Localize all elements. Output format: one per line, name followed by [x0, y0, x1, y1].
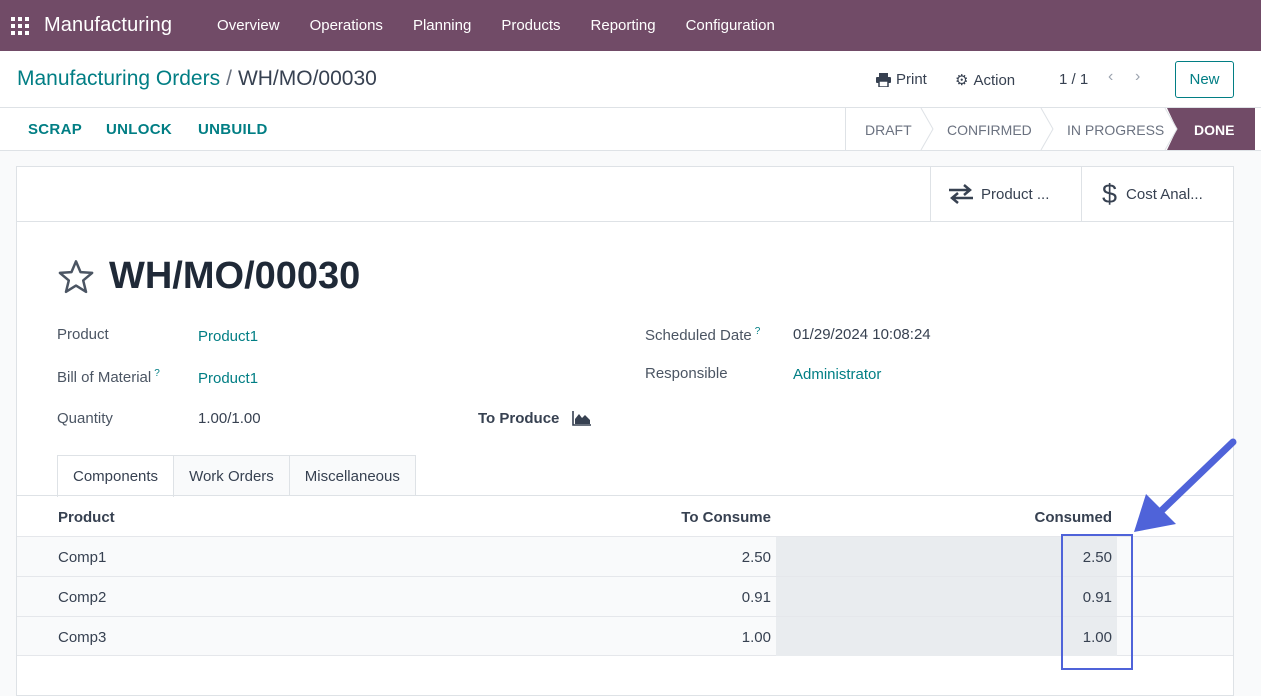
scheduled-date-label-wrap: Scheduled Date?	[645, 326, 760, 344]
menu-products[interactable]: Products	[486, 17, 575, 34]
area-chart-icon[interactable]	[572, 410, 592, 426]
record-title: WH/MO/00030	[109, 255, 361, 297]
menu-reporting[interactable]: Reporting	[576, 17, 671, 34]
smart-button-box: Product ... $ Cost Anal...	[17, 167, 1233, 222]
bom-help-icon[interactable]: ?	[154, 368, 160, 379]
breadcrumb-current: WH/MO/00030	[237, 67, 377, 90]
breadcrumb-parent[interactable]: Manufacturing Orders	[17, 67, 220, 90]
menu-planning[interactable]: Planning	[398, 17, 486, 34]
top-navbar: Manufacturing Overview Operations Planni…	[0, 0, 1261, 51]
product-label: Product	[57, 326, 109, 343]
dollar-icon: $	[1102, 178, 1118, 209]
scheduled-date-help-icon[interactable]: ?	[755, 326, 761, 337]
quantity-label: Quantity	[57, 410, 113, 427]
statusbar: SCRAP UNLOCK UNBUILD DRAFT CONFIRMED IN …	[0, 108, 1261, 151]
stage-in-progress[interactable]: IN PROGRESS	[1067, 122, 1164, 138]
breadcrumb: Manufacturing Orders / WH/MO/00030	[17, 67, 377, 91]
star-icon[interactable]	[57, 259, 95, 295]
cost-analysis-button[interactable]: $ Cost Anal...	[1081, 167, 1233, 221]
pager-next-icon[interactable]: ›	[1135, 68, 1140, 86]
row-to-consume: 2.50	[741, 549, 771, 566]
breadcrumb-separator: /	[226, 67, 232, 90]
annotation-arrow-icon	[1134, 438, 1237, 532]
pager-value[interactable]: 1 / 1	[1059, 71, 1088, 88]
form-sheet: Product ... $ Cost Anal... WH/MO/00030 P…	[16, 166, 1234, 696]
menu-configuration[interactable]: Configuration	[671, 17, 790, 34]
printer-icon	[876, 72, 891, 87]
apps-menu-icon[interactable]	[11, 16, 29, 35]
stage-confirmed[interactable]: CONFIRMED	[947, 122, 1032, 138]
responsible-value[interactable]: Administrator	[793, 366, 881, 383]
quantity-value: 1.00/1.00	[198, 410, 261, 427]
action-button[interactable]: ⚙ Action	[955, 71, 1016, 90]
row-product: Comp3	[58, 629, 107, 646]
product-moves-button[interactable]: Product ...	[930, 167, 1082, 221]
menu-overview[interactable]: Overview	[202, 17, 295, 34]
tab-divider	[17, 495, 1233, 496]
print-button[interactable]: Print	[876, 71, 927, 88]
scrap-button[interactable]: SCRAP	[28, 121, 82, 138]
highlight-box	[1061, 534, 1133, 670]
notebook-tabs: Components Work Orders Miscellaneous	[57, 455, 416, 497]
row-to-consume: 1.00	[741, 629, 771, 646]
product-value[interactable]: Product1	[198, 328, 258, 345]
table-row[interactable]: Comp3 1.00 1.00	[17, 616, 1233, 656]
unbuild-button[interactable]: UNBUILD	[198, 121, 268, 138]
bom-value[interactable]: Product1	[198, 370, 258, 387]
product-moves-label: Product ...	[981, 185, 1050, 203]
column-header-to-consume[interactable]: To Consume	[681, 509, 771, 526]
new-button[interactable]: New	[1175, 61, 1234, 98]
row-product: Comp1	[58, 549, 107, 566]
stage-draft[interactable]: DRAFT	[865, 122, 912, 138]
pager-previous-icon[interactable]: ‹	[1108, 68, 1113, 86]
column-header-product[interactable]: Product	[58, 509, 115, 526]
tab-miscellaneous[interactable]: Miscellaneous	[288, 455, 416, 496]
cost-analysis-label: Cost Anal...	[1126, 185, 1203, 203]
print-label: Print	[896, 71, 927, 88]
bom-label: Bill of Material	[57, 369, 152, 386]
scheduled-date-label: Scheduled Date	[645, 327, 752, 344]
table-row[interactable]: Comp1 2.50 2.50	[17, 536, 1233, 576]
responsible-label: Responsible	[645, 365, 728, 382]
to-produce-label: To Produce	[478, 410, 560, 427]
tab-components[interactable]: Components	[57, 455, 175, 497]
tab-work-orders[interactable]: Work Orders	[173, 455, 290, 496]
stage-done[interactable]: DONE	[1194, 122, 1234, 138]
menu-operations[interactable]: Operations	[295, 17, 398, 34]
control-panel: Manufacturing Orders / WH/MO/00030 Print ⚙…	[0, 51, 1261, 108]
table-row[interactable]: Comp2 0.91 0.91	[17, 576, 1233, 616]
row-product: Comp2	[58, 589, 107, 606]
transfer-arrows-icon	[949, 184, 973, 204]
row-to-consume: 0.91	[741, 589, 771, 606]
action-label: Action	[973, 71, 1016, 89]
unlock-button[interactable]: UNLOCK	[106, 121, 172, 138]
scheduled-date-value: 01/29/2024 10:08:24	[793, 326, 931, 343]
record-title-row: WH/MO/00030	[57, 255, 360, 298]
bom-label-wrap: Bill of Material?	[57, 368, 160, 386]
column-header-consumed[interactable]: Consumed	[1034, 509, 1112, 526]
app-name[interactable]: Manufacturing	[44, 14, 172, 37]
gear-icon: ⚙	[955, 72, 969, 89]
